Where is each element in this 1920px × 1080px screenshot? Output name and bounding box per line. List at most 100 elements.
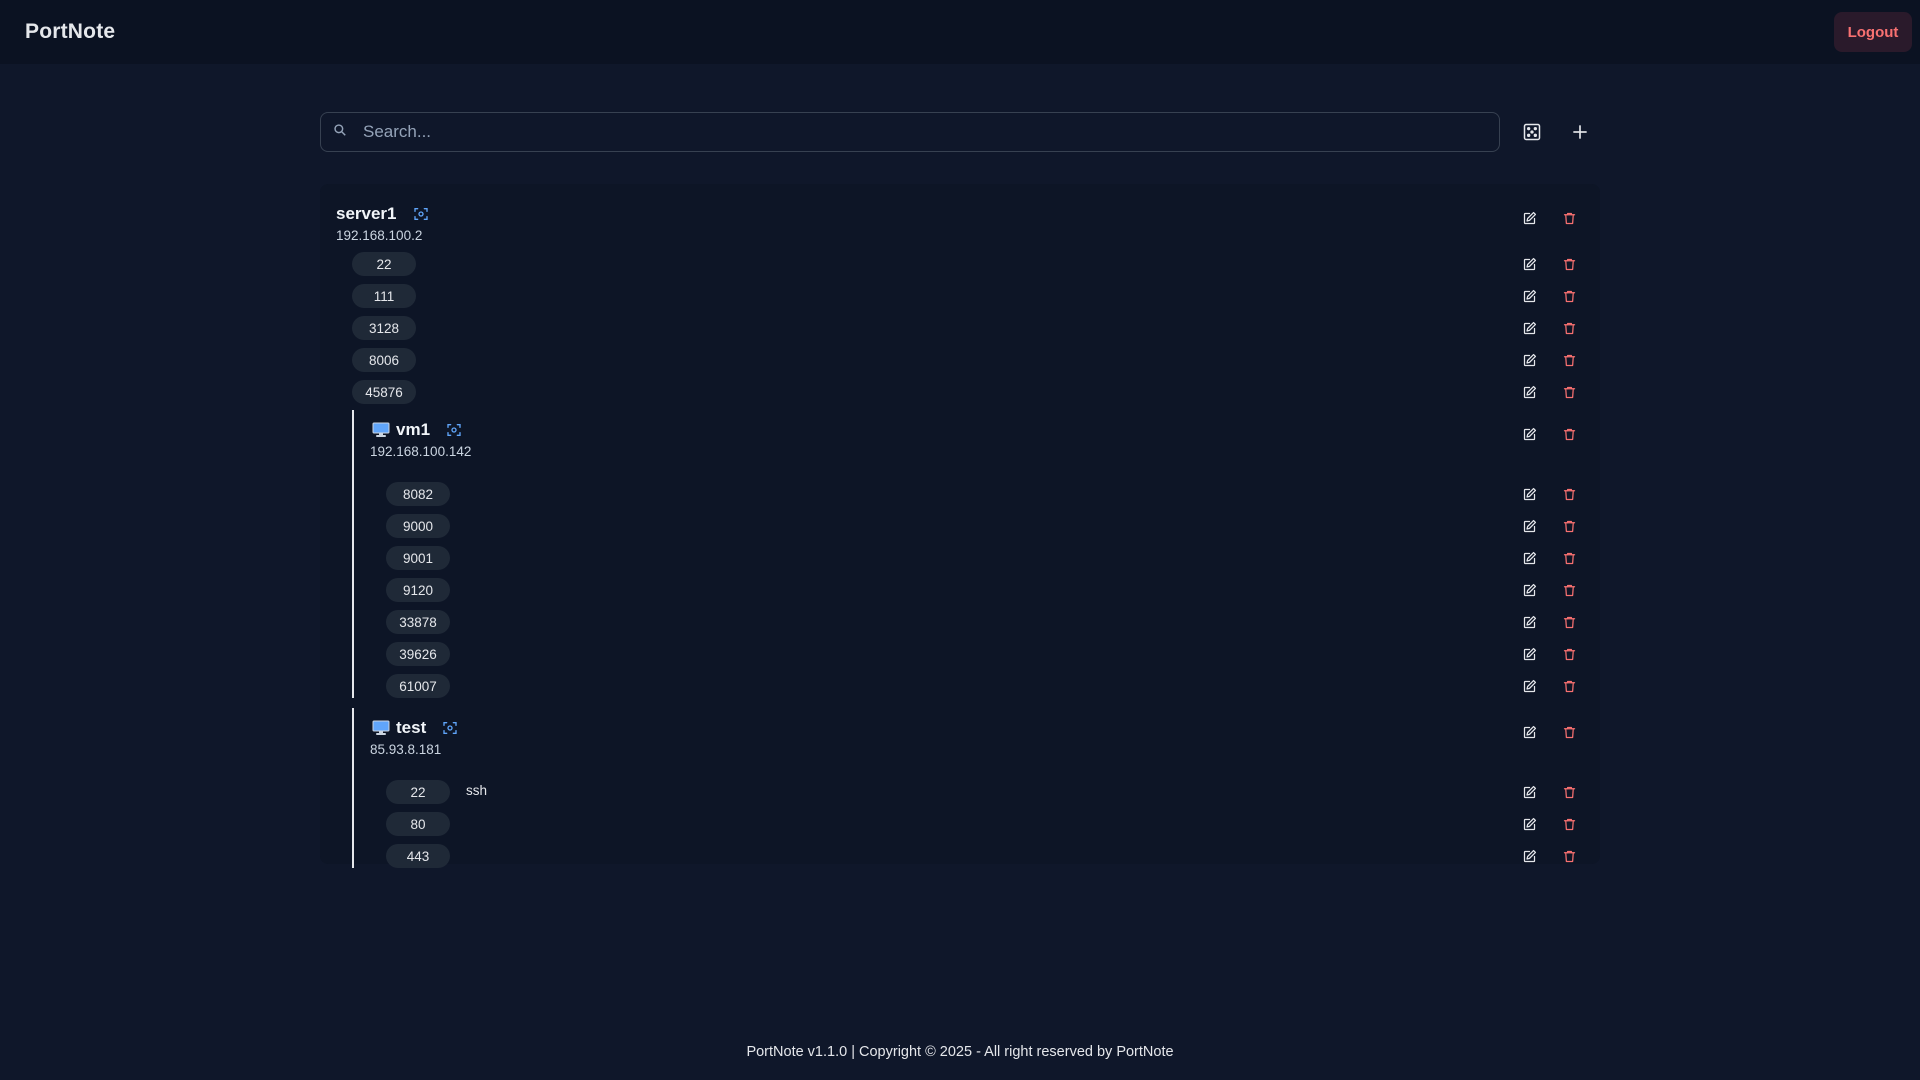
delete-icon[interactable] [1560, 255, 1578, 273]
random-port-button[interactable] [1512, 112, 1552, 152]
edit-icon[interactable] [1520, 677, 1538, 695]
port-actions [1520, 677, 1578, 695]
port-row: 80 [320, 810, 1600, 838]
monitor-icon [372, 720, 390, 736]
edit-icon[interactable] [1520, 815, 1538, 833]
vm-name: vm1 [396, 420, 431, 439]
port-actions [1520, 783, 1578, 801]
delete-icon[interactable] [1560, 485, 1578, 503]
delete-icon[interactable] [1560, 209, 1578, 227]
search-icon [333, 123, 347, 142]
edit-icon[interactable] [1520, 783, 1538, 801]
port-badge[interactable]: 80 [386, 812, 450, 836]
plus-icon [1573, 125, 1587, 139]
port-badge[interactable]: 8006 [352, 348, 416, 372]
edit-icon[interactable] [1520, 847, 1538, 865]
port-actions [1520, 319, 1578, 337]
scan-icon[interactable] [442, 720, 458, 736]
port-note: ssh [466, 783, 488, 798]
port-actions [1520, 815, 1578, 833]
delete-icon[interactable] [1560, 723, 1578, 741]
port-badge[interactable]: 9120 [386, 578, 450, 602]
vm-tree-line [352, 410, 354, 698]
port-badge[interactable]: 39626 [386, 642, 450, 666]
delete-icon[interactable] [1560, 517, 1578, 535]
server-card: server1 192.168.100.2 22 111 3128 8006 45876 vm… [320, 184, 1600, 868]
port-actions [1520, 485, 1578, 503]
port-row: 443 [320, 842, 1600, 870]
edit-icon[interactable] [1520, 255, 1538, 273]
port-actions [1520, 581, 1578, 599]
edit-icon[interactable] [1520, 549, 1538, 567]
edit-icon[interactable] [1520, 351, 1538, 369]
delete-icon[interactable] [1560, 351, 1578, 369]
port-badge[interactable]: 443 [386, 844, 450, 868]
port-badge[interactable]: 111 [352, 284, 416, 308]
edit-icon[interactable] [1520, 209, 1538, 227]
port-row: 9120 [320, 576, 1600, 604]
app-brand: PortNote [25, 20, 116, 43]
port-row: 111 [320, 282, 1600, 310]
delete-icon[interactable] [1560, 425, 1578, 443]
edit-icon[interactable] [1520, 517, 1538, 535]
vm-actions [1520, 425, 1578, 443]
port-badge[interactable]: 22 [386, 780, 450, 804]
edit-icon[interactable] [1520, 723, 1538, 741]
vm-header: vm1 192.168.100.142 [320, 418, 1600, 474]
search-input[interactable] [361, 121, 1465, 143]
port-row: 9001 [320, 544, 1600, 572]
delete-icon[interactable] [1560, 581, 1578, 599]
delete-icon[interactable] [1560, 287, 1578, 305]
port-row: 8006 [320, 346, 1600, 374]
edit-icon[interactable] [1520, 485, 1538, 503]
delete-icon[interactable] [1560, 319, 1578, 337]
add-button[interactable] [1560, 112, 1600, 152]
vm-ip: 85.93.8.181 [370, 742, 442, 757]
edit-icon[interactable] [1520, 425, 1538, 443]
port-badge[interactable]: 33878 [386, 610, 450, 634]
server-ip: 192.168.100.2 [336, 228, 423, 243]
vm-name: test [396, 718, 427, 737]
delete-icon[interactable] [1560, 645, 1578, 663]
delete-icon[interactable] [1560, 383, 1578, 401]
port-row: 9000 [320, 512, 1600, 540]
port-badge[interactable]: 3128 [352, 316, 416, 340]
toolbar [320, 112, 1600, 152]
edit-icon[interactable] [1520, 613, 1538, 631]
delete-icon[interactable] [1560, 783, 1578, 801]
edit-icon[interactable] [1520, 645, 1538, 663]
port-actions [1520, 645, 1578, 663]
port-badge[interactable]: 61007 [386, 674, 450, 698]
scan-icon[interactable] [413, 206, 429, 222]
edit-icon[interactable] [1520, 383, 1538, 401]
edit-icon[interactable] [1520, 287, 1538, 305]
port-badge[interactable]: 8082 [386, 482, 450, 506]
port-row: 22 [320, 250, 1600, 278]
port-badge[interactable]: 9000 [386, 514, 450, 538]
port-badge[interactable]: 22 [352, 252, 416, 276]
port-row: 33878 [320, 608, 1600, 636]
edit-icon[interactable] [1520, 581, 1538, 599]
footer: PortNote v1.1.0 | Copyright © 2025 - All… [746, 1044, 1174, 1060]
delete-icon[interactable] [1560, 677, 1578, 695]
logout-button[interactable]: Logout [1834, 12, 1912, 52]
port-actions [1520, 549, 1578, 567]
port-badge[interactable]: 45876 [352, 380, 416, 404]
port-actions [1520, 383, 1578, 401]
port-row: 45876 [320, 378, 1600, 406]
search-box[interactable] [320, 112, 1501, 152]
delete-icon[interactable] [1560, 847, 1578, 865]
delete-icon[interactable] [1560, 815, 1578, 833]
port-badge[interactable]: 9001 [386, 546, 450, 570]
edit-icon[interactable] [1520, 319, 1538, 337]
port-actions [1520, 287, 1578, 305]
delete-icon[interactable] [1560, 613, 1578, 631]
port-row: 39626 [320, 640, 1600, 668]
scan-icon[interactable] [446, 422, 462, 438]
top-bar: PortNote Logout [0, 0, 1920, 64]
port-row: 3128 [320, 314, 1600, 342]
delete-icon[interactable] [1560, 549, 1578, 567]
vm-header: test 85.93.8.181 [320, 716, 1600, 772]
vm-ip: 192.168.100.142 [370, 444, 472, 459]
dice-icon [1523, 123, 1541, 141]
